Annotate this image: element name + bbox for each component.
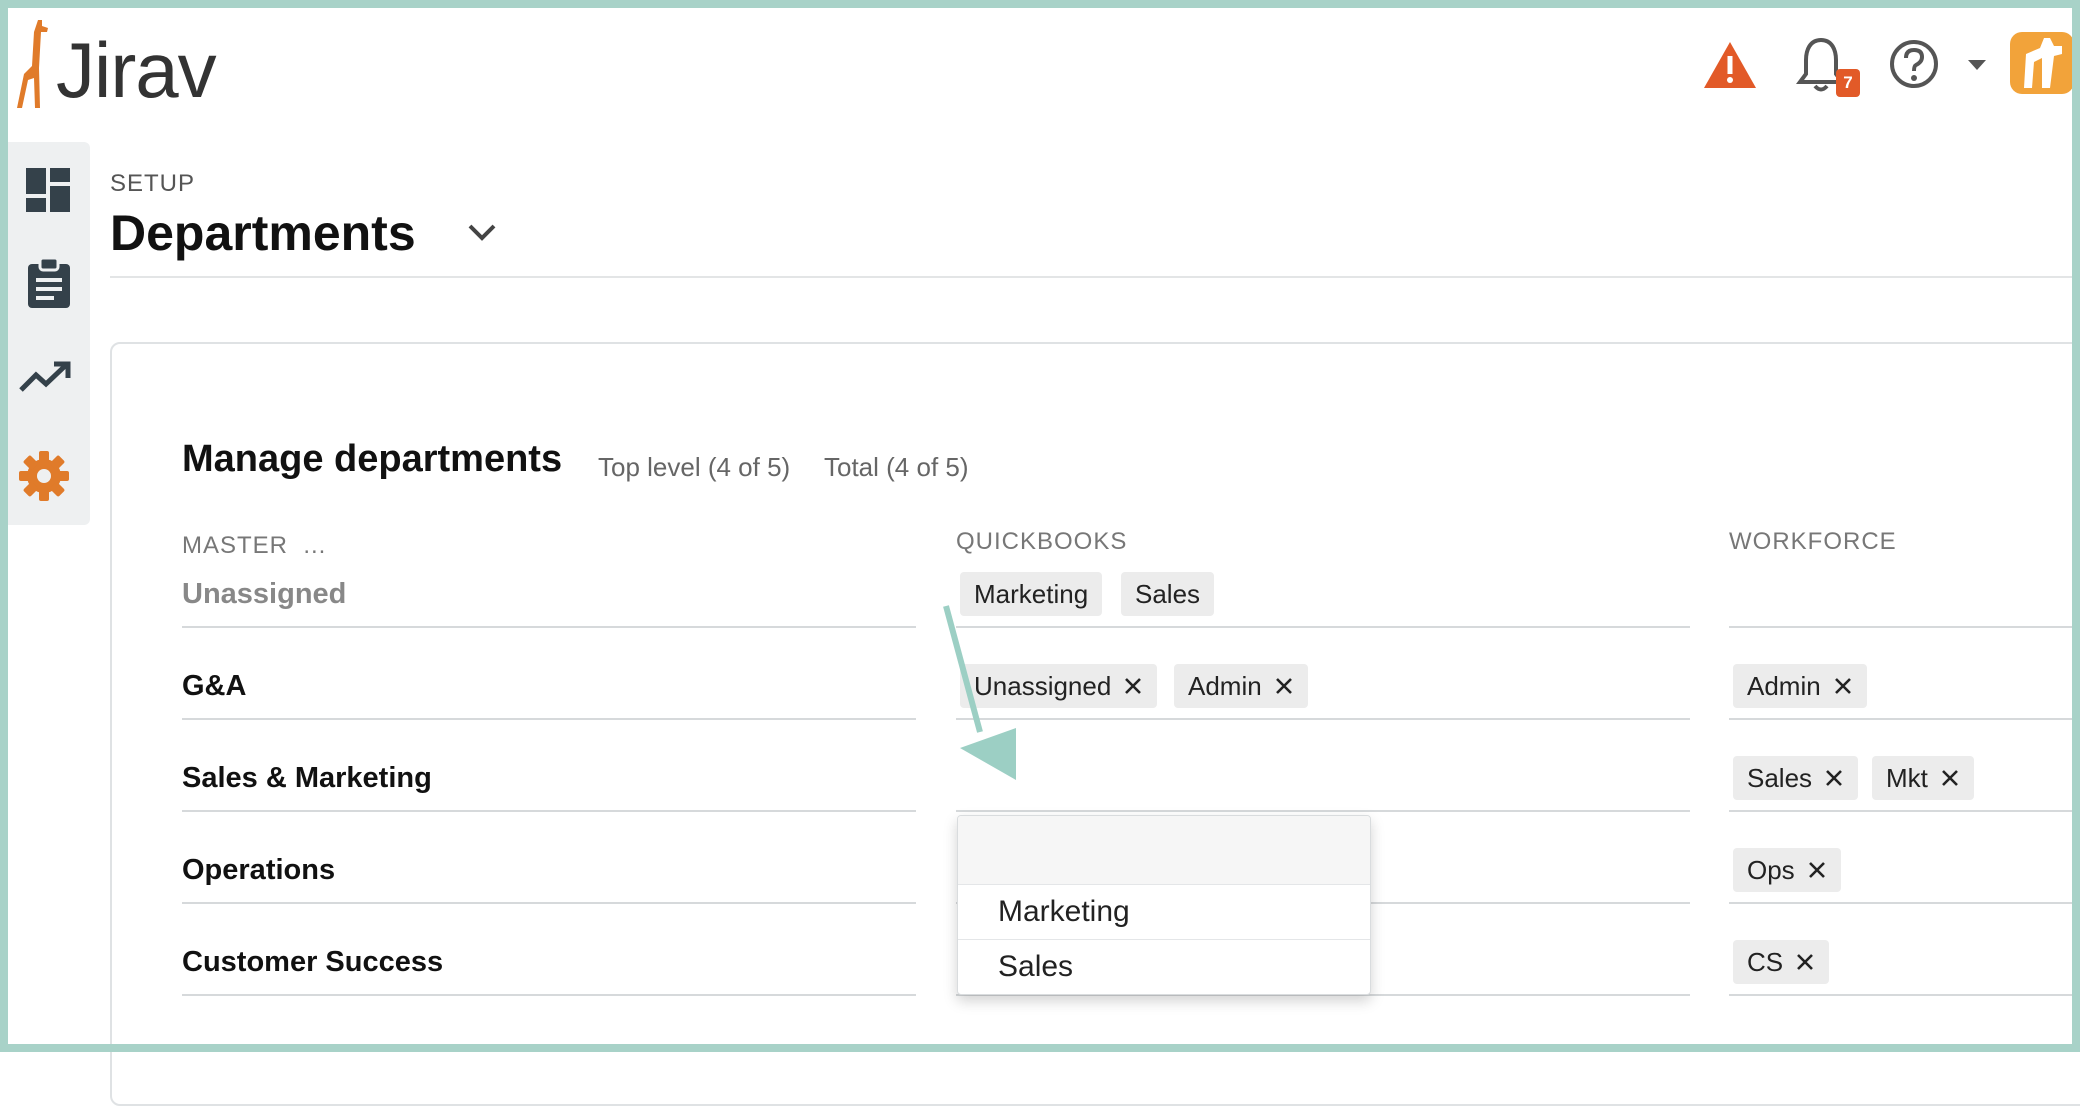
section-title: Manage departments xyxy=(182,438,563,480)
close-icon[interactable] xyxy=(1940,768,1960,788)
header-divider xyxy=(110,276,2080,278)
logo-text: Jirav xyxy=(56,26,217,114)
row-label-g-and-a: G&A xyxy=(182,670,247,702)
dropdown-search-input[interactable] xyxy=(958,816,1370,884)
workforce-chip: Ops xyxy=(1733,848,1841,892)
column-header-workforce: WORKFORCE xyxy=(1729,528,1897,555)
workforce-chip: Sales xyxy=(1733,756,1859,800)
quickbooks-select-input[interactable] xyxy=(956,740,1690,810)
chevron-down-icon[interactable] xyxy=(466,222,498,244)
row-divider xyxy=(1729,810,2080,812)
row-divider xyxy=(182,718,916,720)
quickbooks-chip[interactable]: Sales xyxy=(1121,572,1215,616)
row-label-unassigned: Unassigned xyxy=(182,578,347,610)
row-divider xyxy=(182,626,916,628)
jirav-logo[interactable]: Jirav xyxy=(14,18,217,114)
row-divider xyxy=(182,810,916,812)
close-icon[interactable] xyxy=(1795,952,1815,972)
row-label-sales-marketing: Sales & Marketing xyxy=(182,762,432,794)
quickbooks-dropdown: Marketing Sales xyxy=(957,815,1371,995)
workforce-chip: Admin xyxy=(1733,664,1867,708)
workforce-chip: CS xyxy=(1733,940,1830,984)
dropdown-option-sales[interactable]: Sales xyxy=(958,940,1370,994)
row-divider xyxy=(182,902,916,904)
close-icon[interactable] xyxy=(1274,676,1294,696)
page-title: Departments xyxy=(110,205,416,261)
column-header-quickbooks: QUICKBOOKS xyxy=(956,528,1128,555)
clipboard-icon[interactable] xyxy=(26,256,72,310)
trend-icon[interactable] xyxy=(18,360,72,394)
warning-icon[interactable] xyxy=(1702,40,1758,90)
row-label-operations: Operations xyxy=(182,854,336,886)
sidebar xyxy=(8,142,90,525)
giraffe-icon xyxy=(17,20,48,108)
dropdown-search xyxy=(958,816,1370,885)
quickbooks-chip: Admin xyxy=(1174,664,1308,708)
row-divider xyxy=(956,810,1690,812)
caret-down-icon[interactable] xyxy=(1966,58,1988,72)
row-divider xyxy=(956,626,1690,628)
row-divider xyxy=(182,994,916,996)
row-label-customer-success: Customer Success xyxy=(182,946,444,978)
dashboard-icon[interactable] xyxy=(24,166,72,214)
close-icon[interactable] xyxy=(1123,676,1143,696)
settings-icon[interactable] xyxy=(18,450,70,502)
workforce-chip: Mkt xyxy=(1872,756,1974,800)
row-divider xyxy=(1729,994,2080,996)
close-icon[interactable] xyxy=(1824,768,1844,788)
total-count: Total (4 of 5) xyxy=(824,452,969,482)
notification-badge: 7 xyxy=(1836,69,1860,97)
dropdown-option-marketing[interactable]: Marketing xyxy=(958,885,1370,940)
row-divider xyxy=(956,718,1690,720)
user-avatar[interactable] xyxy=(2010,32,2074,94)
close-icon[interactable] xyxy=(1807,860,1827,880)
annotation-arrow xyxy=(943,605,1016,780)
row-divider xyxy=(1729,626,2080,628)
top-level-count: Top level (4 of 5) xyxy=(598,452,791,482)
close-icon[interactable] xyxy=(1833,676,1853,696)
column-header-master[interactable]: MASTER ... xyxy=(182,532,326,560)
help-icon[interactable] xyxy=(1888,38,1940,90)
row-divider xyxy=(1729,718,2080,720)
row-divider xyxy=(1729,902,2080,904)
breadcrumb-setup: SETUP xyxy=(110,170,196,197)
